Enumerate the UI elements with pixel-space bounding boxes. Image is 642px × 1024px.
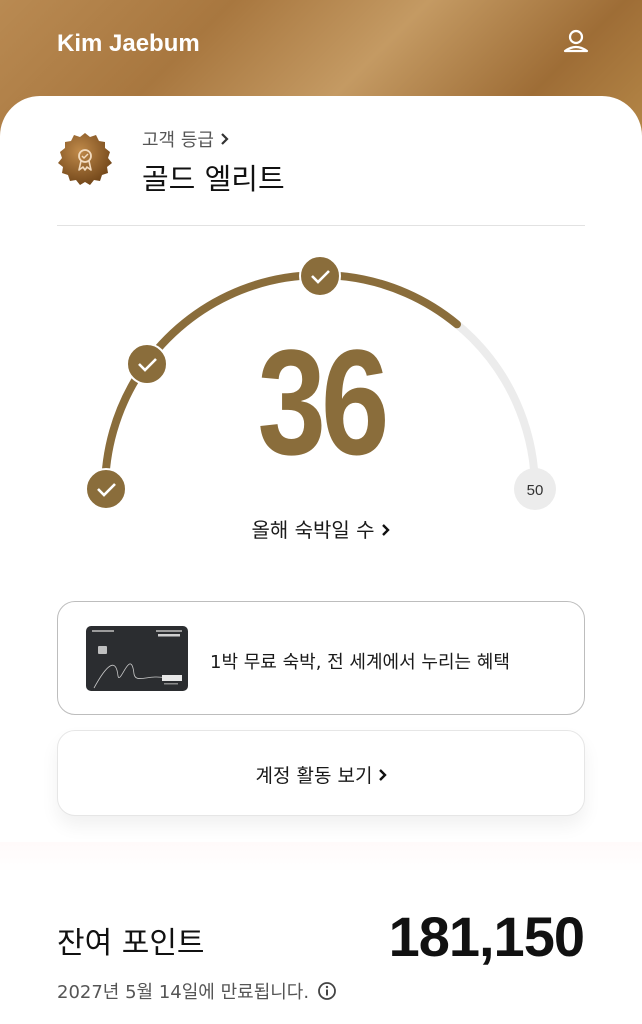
view-account-activity-button[interactable]: 계정 활동 보기 — [57, 730, 585, 816]
tier-caption-label: 고객 등급 — [142, 130, 214, 151]
points-value: 181,150 — [388, 905, 585, 968]
chevron-right-icon — [221, 133, 229, 145]
tier-name: 골드 엘리트 — [142, 162, 285, 196]
points-expiry: 2027년 5월 14일에 만료됩니다. — [57, 978, 337, 1004]
points-expiry-text: 2027년 5월 14일에 만료됩니다. — [57, 982, 310, 1003]
user-profile-icon[interactable] — [560, 26, 592, 58]
divider — [57, 225, 585, 226]
chevron-right-icon — [378, 765, 388, 787]
activity-label: 계정 활동 보기 — [255, 765, 373, 787]
points-label: 잔여 포인트 — [57, 926, 205, 961]
marriott-bonvoy-visa-card — [86, 626, 188, 691]
nights-label-link[interactable]: 올해 숙박일 수 — [0, 514, 642, 543]
nights-count: 36 — [257, 318, 390, 486]
offer-text: 1박 무료 숙박, 전 세계에서 누리는 혜택 — [210, 652, 510, 673]
nights-label: 올해 숙박일 수 — [251, 518, 375, 542]
user-name: Kim Jaebum — [57, 30, 200, 57]
chevron-right-icon — [381, 518, 391, 542]
info-icon[interactable] — [317, 981, 337, 1001]
credit-card-offer[interactable]: 1박 무료 숙박, 전 세계에서 누리는 혜택 — [57, 601, 585, 715]
activity-label-row: 계정 활동 보기 — [58, 761, 586, 788]
milestone-3 — [299, 255, 341, 297]
award-medal-icon — [57, 132, 113, 188]
tier-caption-link[interactable]: 고객 등급 — [142, 126, 230, 152]
max-nights-label: 50 — [527, 482, 544, 499]
